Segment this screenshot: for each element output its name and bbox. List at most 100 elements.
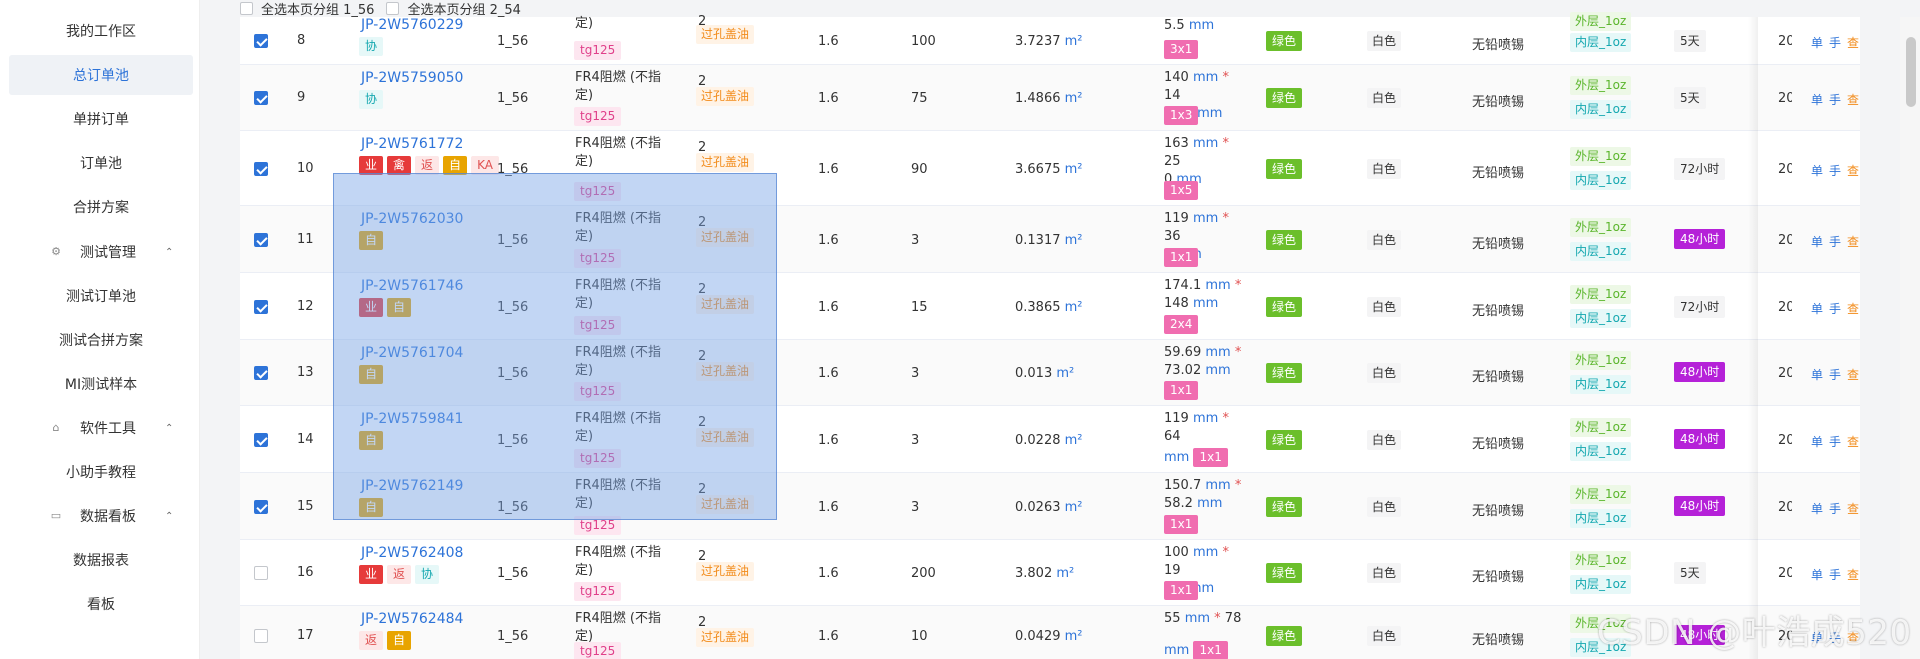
- order-code-link[interactable]: JP-2W5762484: [361, 611, 463, 627]
- sidebar-item-merge-plan[interactable]: 合拼方案: [9, 187, 193, 227]
- area-value: 0.0228 m²: [1015, 433, 1083, 448]
- order-code-link[interactable]: JP-2W5759050: [361, 70, 463, 86]
- action-manual-link[interactable]: 手: [1829, 502, 1841, 516]
- action-view-link[interactable]: 查: [1847, 93, 1859, 107]
- row-index: 16: [297, 565, 314, 580]
- delivery-tag: 72小时: [1674, 296, 1726, 318]
- action-order-link[interactable]: 单: [1811, 302, 1823, 316]
- action-order-link[interactable]: 单: [1811, 568, 1823, 582]
- row-index: 11: [297, 232, 314, 247]
- scrollbar-thumb[interactable]: [1906, 37, 1916, 107]
- date-value: 20: [1778, 500, 1792, 515]
- row-checkbox[interactable]: [254, 233, 268, 247]
- row-checkbox[interactable]: [254, 162, 268, 176]
- row-actions: 单手查: [1811, 300, 1859, 317]
- area-value: 0.0429 m²: [1015, 629, 1083, 644]
- select-group-bar: 全选本页分组 1_56 全选本页分组 2_54: [240, 0, 521, 18]
- row-checkbox[interactable]: [254, 91, 268, 105]
- inner-copper-tag: 内层_1oz: [1570, 309, 1632, 328]
- sidebar-item-single-orders[interactable]: 单拼订单: [9, 99, 193, 139]
- table-row[interactable]: 9 JP-2W5759050 协 1_56 FR4阻燃 (不指 定) tg125 2 过孔盖油 1…: [240, 65, 1860, 131]
- sidebar-item-total-order-pool[interactable]: 总订单池: [9, 55, 193, 95]
- sidebar-item-test-order-pool[interactable]: 测试订单池: [9, 276, 193, 316]
- action-view-link[interactable]: 查: [1847, 164, 1859, 178]
- action-view-link[interactable]: 查: [1847, 36, 1859, 50]
- action-order-link[interactable]: 单: [1811, 368, 1823, 382]
- row-checkbox[interactable]: [254, 566, 268, 580]
- action-order-link[interactable]: 单: [1811, 435, 1823, 449]
- date-value: 20: [1778, 300, 1792, 315]
- row-checkbox[interactable]: [254, 366, 268, 380]
- delivery-tag: 48小时: [1674, 362, 1726, 382]
- row-checkbox[interactable]: [254, 34, 268, 48]
- order-tag: 返: [359, 631, 384, 650]
- outer-copper-wrap: 外层_1oz: [1570, 551, 1632, 570]
- action-manual-link[interactable]: 手: [1829, 36, 1841, 50]
- row-checkbox[interactable]: [254, 629, 268, 643]
- solder-mask-tag: 绿色: [1266, 31, 1303, 51]
- surface-finish: 无铅喷锡: [1472, 437, 1525, 452]
- sidebar-group-software[interactable]: ⌂ 软件工具 ⌃: [0, 408, 200, 448]
- sidebar-group-test[interactable]: ⚙ 测试管理 ⌃: [0, 232, 200, 272]
- action-view-link[interactable]: 查: [1847, 568, 1859, 582]
- sidebar-item-helper-tutorial[interactable]: 小助手教程: [9, 452, 193, 492]
- sidebar-group-dashboard[interactable]: ▭ 数据看板 ⌃: [0, 496, 200, 536]
- action-order-link[interactable]: 单: [1811, 164, 1823, 178]
- row-checkbox[interactable]: [254, 433, 268, 447]
- table-row[interactable]: 8 JP-2W5760229 协 1_56 定) tg125 2 过孔盖油 1.6 100 3.72…: [240, 12, 1860, 65]
- thickness-value: 1.6: [818, 366, 839, 381]
- area-value: 3.7237 m²: [1015, 34, 1083, 49]
- action-view-link[interactable]: 查: [1847, 235, 1859, 249]
- action-order-link[interactable]: 单: [1811, 36, 1823, 50]
- action-manual-link[interactable]: 手: [1829, 568, 1841, 582]
- action-view-link[interactable]: 查: [1847, 435, 1859, 449]
- dim-tag-wrap: 1x1: [1164, 515, 1199, 534]
- action-view-link[interactable]: 查: [1847, 302, 1859, 316]
- sidebar-item-order-pool[interactable]: 订单池: [9, 143, 193, 183]
- solder-mask-wrap: 绿色: [1266, 297, 1303, 317]
- action-manual-link[interactable]: 手: [1829, 302, 1841, 316]
- sidebar-item-data-report[interactable]: 数据报表: [9, 540, 193, 580]
- select-group1-checkbox[interactable]: [240, 2, 253, 15]
- sidebar-item-mi-test-sample[interactable]: MI测试样本: [9, 364, 193, 404]
- solder-mask-wrap: 绿色: [1266, 230, 1303, 250]
- action-order-link[interactable]: 单: [1811, 502, 1823, 516]
- order-code-link[interactable]: JP-2W5760229: [361, 17, 463, 33]
- action-view-link[interactable]: 查: [1847, 502, 1859, 516]
- action-order-link[interactable]: 单: [1811, 93, 1823, 107]
- surface-finish: 无铅喷锡: [1472, 95, 1525, 110]
- action-manual-link[interactable]: 手: [1829, 93, 1841, 107]
- row-actions: 单手查: [1811, 233, 1859, 250]
- silkscreen-wrap: 白色: [1367, 159, 1402, 179]
- inner-copper-wrap: 内层_1oz: [1570, 33, 1632, 52]
- solder-mask-wrap: 绿色: [1266, 626, 1303, 646]
- sidebar-item-board[interactable]: 看板: [9, 584, 193, 624]
- panel-tag: 1x1: [1164, 581, 1199, 600]
- select-group2-checkbox[interactable]: [386, 2, 400, 15]
- solder-mask-tag: 绿色: [1266, 563, 1303, 583]
- scrollbar[interactable]: [1900, 17, 1920, 659]
- action-manual-link[interactable]: 手: [1829, 435, 1841, 449]
- action-manual-link[interactable]: 手: [1829, 235, 1841, 249]
- area-value: 3.6675 m²: [1015, 162, 1083, 177]
- row-index: 15: [297, 499, 314, 514]
- action-manual-link[interactable]: 手: [1829, 164, 1841, 178]
- sidebar-item-test-merge-plan[interactable]: 测试合拼方案: [9, 320, 193, 360]
- area-value: 0.013 m²: [1015, 366, 1075, 381]
- robot-icon: ⌂: [52, 421, 60, 434]
- action-view-link[interactable]: 查: [1847, 368, 1859, 382]
- sidebar-item-my-workspace[interactable]: 我的工作区: [9, 11, 193, 51]
- row-checkbox[interactable]: [254, 500, 268, 514]
- action-order-link[interactable]: 单: [1811, 235, 1823, 249]
- solder-mask-tag: 绿色: [1266, 297, 1303, 317]
- row-checkbox[interactable]: [254, 300, 268, 314]
- dim-tag-wrap: 2x4: [1164, 315, 1199, 334]
- select-group2-label: 全选本页分组 2_54: [407, 3, 521, 18]
- order-code-link[interactable]: JP-2W5762408: [361, 545, 463, 561]
- table-row[interactable]: 16 JP-2W5762408 业返协 1_56 FR4阻燃 (不指 定) tg125 2 过孔…: [240, 540, 1860, 606]
- tg-tag-wrap: tg125: [574, 582, 622, 601]
- action-manual-link[interactable]: 手: [1829, 368, 1841, 382]
- silkscreen-wrap: 白色: [1367, 88, 1402, 108]
- sidebar-item-label: 看板: [87, 597, 115, 613]
- order-code-link[interactable]: JP-2W5761772: [361, 136, 463, 152]
